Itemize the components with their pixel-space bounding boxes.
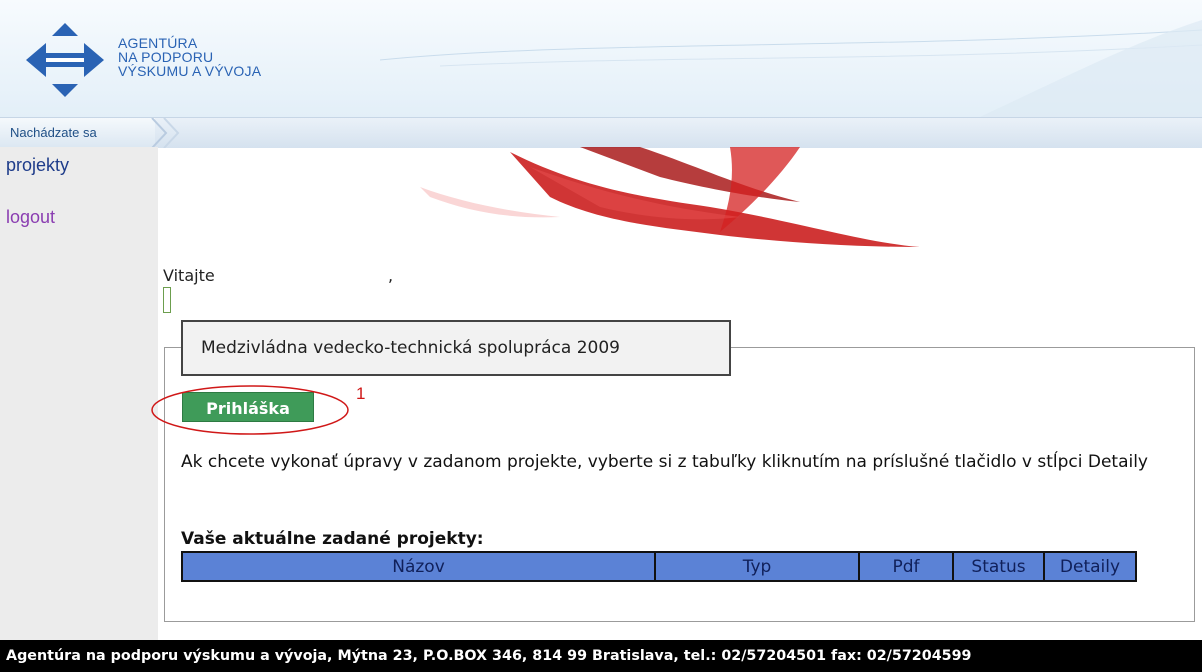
sidebar-item-logout[interactable]: logout: [6, 207, 55, 228]
projects-heading: Vaše aktuálne zadané projekty:: [181, 529, 484, 549]
instruction-text: Ak chcete vykonať úpravy v zadanom proje…: [181, 452, 1148, 472]
decorative-flame-image: [420, 147, 920, 247]
sidebar: projekty logout: [0, 147, 158, 640]
column-header-typ[interactable]: Typ: [654, 551, 860, 582]
chevron-right-icon: [151, 118, 180, 148]
column-header-status[interactable]: Status: [952, 551, 1045, 582]
program-title: Medzivládna vedecko-technická spolupráca…: [181, 320, 731, 376]
footer-contact: Agentúra na podporu výskumu a vývoja, Mý…: [0, 640, 1202, 672]
breadcrumb-label: Nachádzate sa: [0, 118, 155, 148]
table-header-row: Názov Typ Pdf Status Detaily: [181, 551, 1137, 582]
sidebar-item-projekty[interactable]: projekty: [6, 155, 69, 176]
welcome-comma: ,: [388, 266, 394, 285]
logo-line: VÝSKUMU A VÝVOJA: [118, 63, 262, 79]
logo-line: NA PODPORU: [118, 49, 214, 65]
agency-logo-text: AGENTÚRA NA PODPORU VÝSKUMU A VÝVOJA: [118, 36, 261, 78]
projects-table: Názov Typ Pdf Status Detaily: [181, 551, 1137, 582]
welcome-text: Vitajte: [163, 266, 215, 285]
header-swoosh-decoration: [380, 20, 1202, 117]
breadcrumb: Nachádzate sa: [0, 117, 1202, 148]
column-header-nazov[interactable]: Názov: [181, 551, 656, 582]
column-header-pdf[interactable]: Pdf: [858, 551, 954, 582]
annotation-highlight-oval: [151, 385, 349, 435]
column-header-detaily[interactable]: Detaily: [1043, 551, 1137, 582]
site-header: AGENTÚRA NA PODPORU VÝSKUMU A VÝVOJA: [0, 0, 1202, 117]
focus-indicator: [163, 287, 171, 313]
agency-logo-icon: [26, 23, 104, 97]
annotation-marker: 1: [356, 384, 366, 403]
logo-line: AGENTÚRA: [118, 35, 198, 51]
